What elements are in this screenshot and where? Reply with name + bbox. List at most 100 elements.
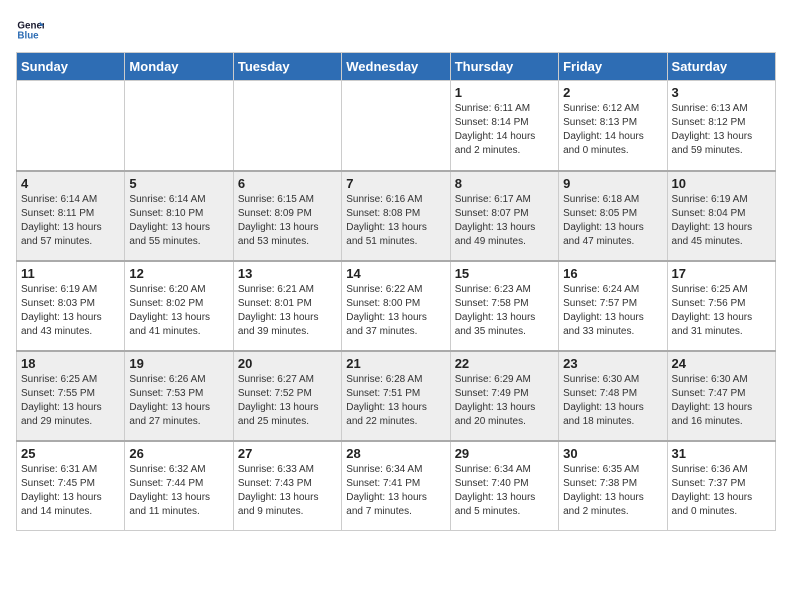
day-info: Sunrise: 6:14 AM Sunset: 8:10 PM Dayligh… — [129, 193, 228, 249]
day-number: 16 — [563, 266, 662, 281]
day-info: Sunrise: 6:26 AM Sunset: 7:53 PM Dayligh… — [129, 373, 228, 429]
svg-text:Blue: Blue — [17, 30, 39, 41]
calendar-day-cell: 22 Sunrise: 6:29 AM Sunset: 7:49 PM Dayli… — [450, 351, 558, 441]
calendar-day-cell: 7 Sunrise: 6:16 AM Sunset: 8:08 PM Daylig… — [342, 171, 450, 261]
day-number: 6 — [238, 176, 337, 191]
calendar-day-cell: 6 Sunrise: 6:15 AM Sunset: 8:09 PM Daylig… — [233, 171, 341, 261]
day-info: Sunrise: 6:32 AM Sunset: 7:44 PM Dayligh… — [129, 463, 228, 519]
day-info: Sunrise: 6:30 AM Sunset: 7:47 PM Dayligh… — [672, 373, 771, 429]
day-info: Sunrise: 6:36 AM Sunset: 7:37 PM Dayligh… — [672, 463, 771, 519]
calendar-day-cell: 24 Sunrise: 6:30 AM Sunset: 7:47 PM Dayli… — [667, 351, 775, 441]
day-of-week-header: Wednesday — [342, 53, 450, 81]
day-number: 14 — [346, 266, 445, 281]
day-info: Sunrise: 6:35 AM Sunset: 7:38 PM Dayligh… — [563, 463, 662, 519]
calendar-day-cell: 18 Sunrise: 6:25 AM Sunset: 7:55 PM Dayli… — [17, 351, 125, 441]
calendar-day-cell: 2 Sunrise: 6:12 AM Sunset: 8:13 PM Daylig… — [559, 81, 667, 171]
calendar-week-row: 4 Sunrise: 6:14 AM Sunset: 8:11 PM Daylig… — [17, 171, 776, 261]
calendar-day-cell: 30 Sunrise: 6:35 AM Sunset: 7:38 PM Dayli… — [559, 441, 667, 531]
day-info: Sunrise: 6:33 AM Sunset: 7:43 PM Dayligh… — [238, 463, 337, 519]
calendar: SundayMondayTuesdayWednesdayThursdayFrid… — [16, 52, 776, 531]
day-number: 8 — [455, 176, 554, 191]
day-number: 23 — [563, 356, 662, 371]
calendar-week-row: 1Sunrise: 6:11 AM Sunset: 8:14 PM Daylig… — [17, 81, 776, 171]
day-info: Sunrise: 6:18 AM Sunset: 8:05 PM Dayligh… — [563, 193, 662, 249]
day-info: Sunrise: 6:17 AM Sunset: 8:07 PM Dayligh… — [455, 193, 554, 249]
calendar-day-cell: 25 Sunrise: 6:31 AM Sunset: 7:45 PM Dayli… — [17, 441, 125, 531]
day-number: 19 — [129, 356, 228, 371]
calendar-day-cell — [233, 81, 341, 171]
day-number: 18 — [21, 356, 120, 371]
calendar-day-cell — [17, 81, 125, 171]
day-number: 26 — [129, 446, 228, 461]
day-info: Sunrise: 6:23 AM Sunset: 7:58 PM Dayligh… — [455, 283, 554, 339]
calendar-day-cell: 10 Sunrise: 6:19 AM Sunset: 8:04 PM Dayli… — [667, 171, 775, 261]
calendar-day-cell: 31Sunrise: 6:36 AM Sunset: 7:37 PM Dayli… — [667, 441, 775, 531]
day-info: Sunrise: 6:19 AM Sunset: 8:03 PM Dayligh… — [21, 283, 120, 339]
calendar-day-cell: 13Sunrise: 6:21 AM Sunset: 8:01 PM Dayli… — [233, 261, 341, 351]
day-of-week-header: Monday — [125, 53, 233, 81]
day-info: Sunrise: 6:27 AM Sunset: 7:52 PM Dayligh… — [238, 373, 337, 429]
day-number: 1 — [455, 85, 554, 100]
day-info: Sunrise: 6:16 AM Sunset: 8:08 PM Dayligh… — [346, 193, 445, 249]
day-number: 21 — [346, 356, 445, 371]
calendar-day-cell: 20 Sunrise: 6:27 AM Sunset: 7:52 PM Dayli… — [233, 351, 341, 441]
day-number: 5 — [129, 176, 228, 191]
calendar-day-cell: 27Sunrise: 6:33 AM Sunset: 7:43 PM Dayli… — [233, 441, 341, 531]
day-info: Sunrise: 6:21 AM Sunset: 8:01 PM Dayligh… — [238, 283, 337, 339]
day-info: Sunrise: 6:12 AM Sunset: 8:13 PM Dayligh… — [563, 102, 662, 158]
day-of-week-header: Thursday — [450, 53, 558, 81]
calendar-day-cell: 29 Sunrise: 6:34 AM Sunset: 7:40 PM Dayli… — [450, 441, 558, 531]
calendar-day-cell: 14 Sunrise: 6:22 AM Sunset: 8:00 PM Dayli… — [342, 261, 450, 351]
calendar-day-cell: 3 Sunrise: 6:13 AM Sunset: 8:12 PM Daylig… — [667, 81, 775, 171]
calendar-day-cell: 9 Sunrise: 6:18 AM Sunset: 8:05 PM Daylig… — [559, 171, 667, 261]
day-info: Sunrise: 6:34 AM Sunset: 7:40 PM Dayligh… — [455, 463, 554, 519]
day-number: 10 — [672, 176, 771, 191]
day-number: 11 — [21, 266, 120, 281]
calendar-day-cell: 26 Sunrise: 6:32 AM Sunset: 7:44 PM Dayli… — [125, 441, 233, 531]
day-number: 22 — [455, 356, 554, 371]
day-info: Sunrise: 6:14 AM Sunset: 8:11 PM Dayligh… — [21, 193, 120, 249]
calendar-day-cell: 5 Sunrise: 6:14 AM Sunset: 8:10 PM Daylig… — [125, 171, 233, 261]
day-of-week-header: Friday — [559, 53, 667, 81]
calendar-day-cell: 23Sunrise: 6:30 AM Sunset: 7:48 PM Dayli… — [559, 351, 667, 441]
calendar-day-cell: 21 Sunrise: 6:28 AM Sunset: 7:51 PM Dayli… — [342, 351, 450, 441]
day-of-week-header: Sunday — [17, 53, 125, 81]
day-info: Sunrise: 6:19 AM Sunset: 8:04 PM Dayligh… — [672, 193, 771, 249]
day-number: 12 — [129, 266, 228, 281]
calendar-day-cell: 11 Sunrise: 6:19 AM Sunset: 8:03 PM Dayli… — [17, 261, 125, 351]
day-info: Sunrise: 6:29 AM Sunset: 7:49 PM Dayligh… — [455, 373, 554, 429]
day-number: 17 — [672, 266, 771, 281]
logo: General Blue — [16, 16, 44, 44]
day-info: Sunrise: 6:22 AM Sunset: 8:00 PM Dayligh… — [346, 283, 445, 339]
logo-icon: General Blue — [16, 16, 44, 44]
day-of-week-header: Tuesday — [233, 53, 341, 81]
day-info: Sunrise: 6:34 AM Sunset: 7:41 PM Dayligh… — [346, 463, 445, 519]
day-number: 2 — [563, 85, 662, 100]
day-info: Sunrise: 6:20 AM Sunset: 8:02 PM Dayligh… — [129, 283, 228, 339]
day-info: Sunrise: 6:13 AM Sunset: 8:12 PM Dayligh… — [672, 102, 771, 158]
day-number: 20 — [238, 356, 337, 371]
day-info: Sunrise: 6:25 AM Sunset: 7:55 PM Dayligh… — [21, 373, 120, 429]
day-number: 30 — [563, 446, 662, 461]
day-number: 29 — [455, 446, 554, 461]
calendar-day-cell: 12 Sunrise: 6:20 AM Sunset: 8:02 PM Dayli… — [125, 261, 233, 351]
day-number: 7 — [346, 176, 445, 191]
day-number: 9 — [563, 176, 662, 191]
day-info: Sunrise: 6:24 AM Sunset: 7:57 PM Dayligh… — [563, 283, 662, 339]
calendar-day-cell: 4 Sunrise: 6:14 AM Sunset: 8:11 PM Daylig… — [17, 171, 125, 261]
day-number: 4 — [21, 176, 120, 191]
day-info: Sunrise: 6:31 AM Sunset: 7:45 PM Dayligh… — [21, 463, 120, 519]
day-number: 28 — [346, 446, 445, 461]
day-info: Sunrise: 6:15 AM Sunset: 8:09 PM Dayligh… — [238, 193, 337, 249]
calendar-week-row: 25 Sunrise: 6:31 AM Sunset: 7:45 PM Dayli… — [17, 441, 776, 531]
day-number: 24 — [672, 356, 771, 371]
calendar-header-row: SundayMondayTuesdayWednesdayThursdayFrid… — [17, 53, 776, 81]
day-number: 25 — [21, 446, 120, 461]
day-info: Sunrise: 6:25 AM Sunset: 7:56 PM Dayligh… — [672, 283, 771, 339]
day-info: Sunrise: 6:28 AM Sunset: 7:51 PM Dayligh… — [346, 373, 445, 429]
calendar-day-cell — [125, 81, 233, 171]
calendar-week-row: 18 Sunrise: 6:25 AM Sunset: 7:55 PM Dayli… — [17, 351, 776, 441]
day-number: 3 — [672, 85, 771, 100]
calendar-day-cell — [342, 81, 450, 171]
calendar-day-cell: 28 Sunrise: 6:34 AM Sunset: 7:41 PM Dayli… — [342, 441, 450, 531]
